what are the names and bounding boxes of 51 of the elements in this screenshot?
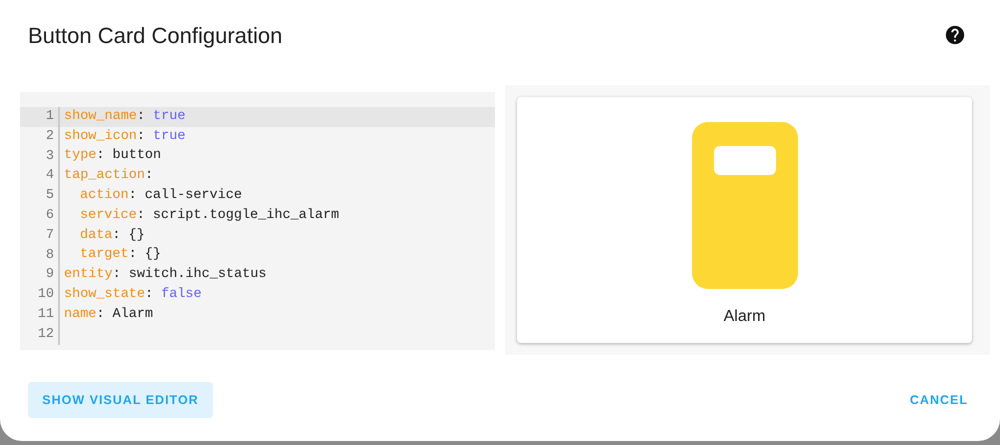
yaml-key: show_icon [64,128,137,144]
yaml-key: data [80,228,112,243]
yaml-value: call-service [144,188,242,203]
dialog-title: Button Card Configuration [28,22,282,50]
colon: : [112,228,121,243]
yaml-value: false [161,286,202,302]
yaml-key: entity [64,267,113,282]
yaml-value: switch.ihc_status [128,267,266,282]
button-card[interactable]: Alarm [517,97,972,343]
cancel-button[interactable]: CANCEL [908,382,970,418]
colon: : [136,108,146,124]
line-number: 1 [20,107,60,127]
colon: : [128,188,137,203]
colon: : [96,306,105,322]
yaml-key: show_state [64,286,146,302]
colon: : [145,168,154,184]
line-number: 8 [20,246,60,266]
colon: : [145,286,154,302]
yaml-value: {} [128,228,145,243]
yaml-value: button [112,148,162,164]
help-icon[interactable] [944,24,966,46]
colon: : [128,247,137,262]
yaml-key: service [80,208,137,223]
yaml-key: action [80,188,129,203]
yaml-key: target [80,247,129,262]
yaml-key: name [64,306,96,322]
line-number: 2 [20,126,60,147]
line-number: 6 [20,206,60,226]
yaml-key: tap_action [64,168,146,184]
line-number: 10 [20,285,60,305]
yaml-value: true [153,108,186,124]
colon: : [112,267,121,282]
colon: : [136,208,145,223]
card-name: Alarm [724,307,766,327]
line-number: 4 [20,166,60,186]
line-number: 3 [20,146,60,166]
yaml-value: script.toggle_ihc_alarm [152,208,340,223]
door-icon [692,122,798,289]
yaml-value: true [153,128,186,144]
line-number: 11 [20,304,60,325]
line-number: 9 [20,265,60,286]
yaml-value: Alarm [112,306,154,322]
line-number: 5 [20,186,60,206]
line-number: 12 [20,324,60,345]
yaml-value: {} [144,247,161,262]
yaml-key: show_name [64,108,137,124]
colon: : [136,128,146,144]
line-number: 7 [20,226,60,246]
colon: : [96,148,105,164]
show-visual-editor-button[interactable]: SHOW VISUAL EDITOR [28,382,213,418]
yaml-key: type [64,148,96,164]
